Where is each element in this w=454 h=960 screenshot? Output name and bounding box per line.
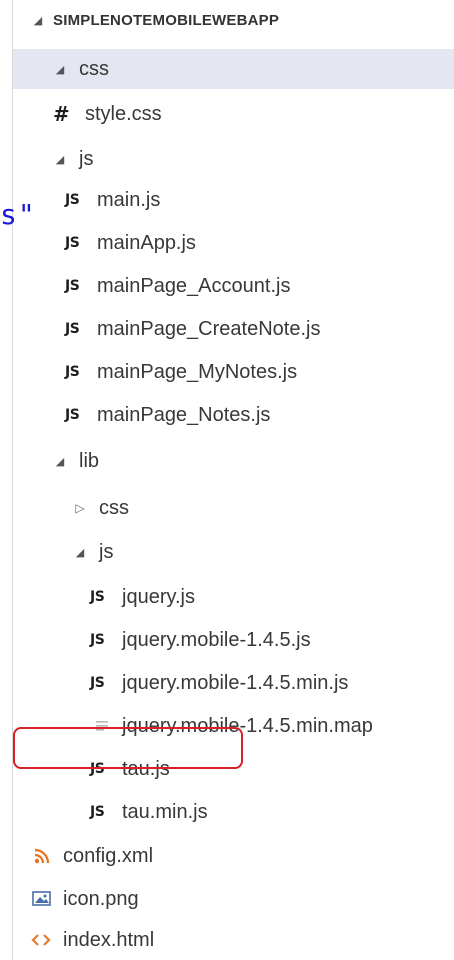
file-index-html[interactable]: index.html <box>13 920 454 960</box>
file-label: tau.min.js <box>122 800 208 823</box>
folder-label: lib <box>79 449 100 472</box>
rss-icon <box>31 846 57 866</box>
file-mainpage-notes-js[interactable]: JS mainPage_Notes.js <box>13 395 454 435</box>
folder-js[interactable]: ◢ js <box>13 139 454 179</box>
js-icon: JS <box>90 632 105 648</box>
file-label: jquery.mobile-1.4.5.js <box>122 628 311 651</box>
highlight-box <box>13 727 243 769</box>
folder-label: css <box>79 57 109 80</box>
expanded-arrow-icon: ◢ <box>33 14 43 27</box>
expanded-arrow-icon: ◢ <box>55 455 65 468</box>
file-style-css[interactable]: # style.css <box>13 94 454 134</box>
file-label: mainApp.js <box>97 231 196 254</box>
folder-label: css <box>99 496 129 519</box>
folder-lib[interactable]: ◢ lib <box>13 441 454 481</box>
file-jquery-mobile-min-js[interactable]: JS jquery.mobile-1.4.5.min.js <box>13 663 454 703</box>
file-jquery-js[interactable]: JS jquery.js <box>13 577 454 617</box>
file-explorer-panel: s" ◢ SIMPLENOTEMOBILEWEBAPP ◢ css # styl… <box>0 0 454 960</box>
file-tau-min-js[interactable]: JS tau.min.js <box>13 792 454 832</box>
expanded-arrow-icon: ◢ <box>55 63 65 76</box>
js-icon: JS <box>65 278 80 294</box>
file-label: mainPage_Account.js <box>97 274 291 297</box>
js-icon: JS <box>90 675 105 691</box>
file-label: jquery.mobile-1.4.5.min.js <box>122 671 349 694</box>
file-mainpage-mynotes-js[interactable]: JS mainPage_MyNotes.js <box>13 352 454 392</box>
file-label: index.html <box>63 928 155 951</box>
file-icon-png[interactable]: icon.png <box>13 879 454 919</box>
expanded-arrow-icon: ◢ <box>55 153 65 166</box>
root-folder[interactable]: ◢ SIMPLENOTEMOBILEWEBAPP <box>13 0 454 40</box>
collapsed-arrow-icon: ▷ <box>75 501 85 515</box>
file-label: mainPage_MyNotes.js <box>97 360 298 383</box>
js-icon: JS <box>90 804 105 820</box>
file-mainapp-js[interactable]: JS mainApp.js <box>13 223 454 263</box>
file-mainpage-account-js[interactable]: JS mainPage_Account.js <box>13 266 454 306</box>
file-config-xml[interactable]: config.xml <box>13 836 454 876</box>
js-icon: JS <box>65 192 80 208</box>
html-icon <box>31 930 57 950</box>
file-label: mainPage_Notes.js <box>97 403 271 426</box>
root-folder-label: SIMPLENOTEMOBILEWEBAPP <box>53 11 280 29</box>
file-label: style.css <box>85 102 162 125</box>
file-main-js[interactable]: JS main.js <box>13 180 454 220</box>
file-label: mainPage_CreateNote.js <box>97 317 321 340</box>
file-mainpage-createnote-js[interactable]: JS mainPage_CreateNote.js <box>13 309 454 349</box>
file-label: icon.png <box>63 887 139 910</box>
image-icon <box>31 889 57 909</box>
folder-lib-js[interactable]: ◢ js <box>13 532 454 572</box>
folder-lib-css[interactable]: ▷ css <box>13 488 454 528</box>
expanded-arrow-icon: ◢ <box>75 546 85 559</box>
js-icon: JS <box>65 407 80 423</box>
file-jquery-mobile-js[interactable]: JS jquery.mobile-1.4.5.js <box>13 620 454 660</box>
folder-label: js <box>79 147 94 170</box>
file-label: jquery.js <box>122 585 195 608</box>
js-icon: JS <box>65 321 80 337</box>
file-label: config.xml <box>63 844 154 867</box>
file-label: main.js <box>97 188 161 211</box>
folder-label: js <box>99 540 114 563</box>
js-icon: JS <box>65 235 80 251</box>
css-hash-icon: # <box>53 102 70 126</box>
js-icon: JS <box>90 589 105 605</box>
js-icon: JS <box>65 364 80 380</box>
folder-css[interactable]: ◢ css <box>13 49 454 89</box>
